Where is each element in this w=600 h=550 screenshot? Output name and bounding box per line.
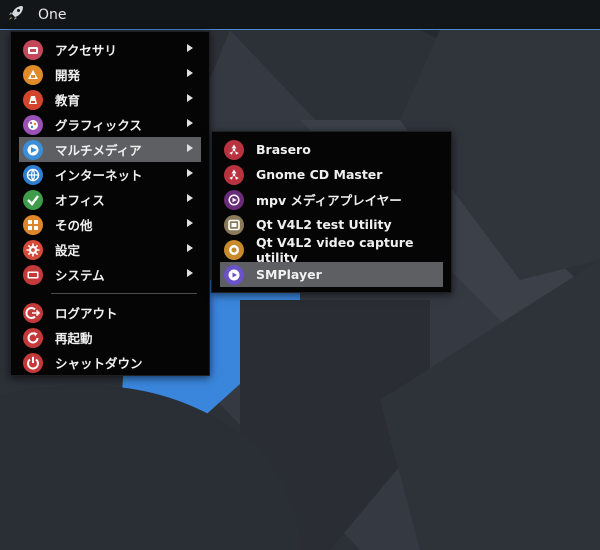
logout-icon xyxy=(23,302,43,323)
category-item-accessories[interactable]: アクセサリ xyxy=(19,37,201,62)
category-item-label: マルチメディア xyxy=(55,143,142,158)
category-item-settings[interactable]: 設定 xyxy=(19,237,201,262)
submenu-arrow-icon xyxy=(187,244,193,252)
qt-v4l2-test-icon xyxy=(224,214,244,235)
category-item-label: グラフィックス xyxy=(55,118,142,133)
category-item-label: アクセサリ xyxy=(55,43,117,58)
category-item-system[interactable]: システム xyxy=(19,262,201,287)
category-item-office[interactable]: オフィス xyxy=(19,187,201,212)
category-item-label: その他 xyxy=(55,218,93,233)
submenu-arrow-icon xyxy=(187,94,193,102)
category-item-label: 教育 xyxy=(55,93,81,108)
submenu-arrow-icon xyxy=(187,44,193,52)
development-icon xyxy=(23,64,43,85)
app-item-brasero[interactable]: Brasero xyxy=(220,137,443,162)
app-item-label: Qt V4L2 video capture utility xyxy=(256,234,414,265)
education-icon xyxy=(23,89,43,110)
category-item-graphics[interactable]: グラフィックス xyxy=(19,112,201,137)
app-item-label: mpv メディアプレイヤー xyxy=(256,193,402,208)
session-actions-list: ログアウト再起動シャットダウン xyxy=(11,300,209,375)
menu-separator xyxy=(51,293,197,294)
multimedia-submenu: Brasero Gnome CD Master mpv メディアプレイヤー Qt V4… xyxy=(211,131,452,293)
submenu-list: Brasero Gnome CD Master mpv メディアプレイヤー Qt V4… xyxy=(212,137,451,287)
settings-icon xyxy=(23,239,43,260)
category-item-education[interactable]: 教育 xyxy=(19,87,201,112)
action-item-logout[interactable]: ログアウト xyxy=(19,300,201,325)
app-item-qt-v4l2-capture[interactable]: Qt V4L2 video capture utility xyxy=(220,234,443,265)
category-item-label: オフィス xyxy=(55,193,105,208)
launcher-label: One xyxy=(38,6,67,23)
smplayer-icon xyxy=(224,264,244,285)
submenu-arrow-icon xyxy=(187,269,193,277)
action-item-label: 再起動 xyxy=(55,331,93,346)
category-item-label: インターネット xyxy=(55,168,143,183)
category-item-label: 設定 xyxy=(55,243,81,258)
submenu-arrow-icon xyxy=(187,119,193,127)
category-item-label: 開発 xyxy=(55,68,81,83)
app-item-label: Gnome CD Master xyxy=(256,167,383,182)
restart-icon xyxy=(23,327,43,348)
action-item-label: シャットダウン xyxy=(55,356,143,371)
submenu-arrow-icon xyxy=(187,69,193,77)
multimedia-icon xyxy=(23,139,43,160)
accessories-icon xyxy=(23,39,43,60)
submenu-arrow-icon xyxy=(187,169,193,177)
app-item-gnome-cd-master[interactable]: Gnome CD Master xyxy=(220,162,443,187)
qt-v4l2-capture-icon xyxy=(224,239,244,260)
graphics-icon xyxy=(23,114,43,135)
launcher-button[interactable]: One xyxy=(0,0,67,30)
app-item-qt-v4l2-test[interactable]: Qt V4L2 test Utility xyxy=(220,212,443,237)
category-item-label: システム xyxy=(55,268,105,283)
gnome-cd-master-icon xyxy=(224,164,244,185)
other-icon xyxy=(23,214,43,235)
top-panel: One xyxy=(0,0,600,30)
app-item-label: Brasero xyxy=(256,142,311,157)
office-icon xyxy=(23,189,43,210)
category-item-internet[interactable]: インターネット xyxy=(19,162,201,187)
app-item-smplayer[interactable]: SMPlayer xyxy=(220,262,443,287)
app-item-label: SMPlayer xyxy=(256,267,322,282)
brasero-icon xyxy=(224,139,244,160)
action-item-restart[interactable]: 再起動 xyxy=(19,325,201,350)
app-item-mpv[interactable]: mpv メディアプレイヤー xyxy=(220,187,443,212)
category-item-other[interactable]: その他 xyxy=(19,212,201,237)
action-item-shutdown[interactable]: シャットダウン xyxy=(19,350,201,375)
submenu-arrow-icon xyxy=(187,144,193,152)
rocket-icon xyxy=(6,3,26,27)
mpv-icon xyxy=(224,189,244,210)
internet-icon xyxy=(23,164,43,185)
category-list: アクセサリ開発教育グラフィックス マルチメディア インターネット オフィスその他設定シ… xyxy=(11,37,209,287)
category-item-development[interactable]: 開発 xyxy=(19,62,201,87)
submenu-arrow-icon xyxy=(187,219,193,227)
submenu-arrow-icon xyxy=(187,194,193,202)
category-item-multimedia[interactable]: マルチメディア xyxy=(19,137,201,162)
app-item-label: Qt V4L2 test Utility xyxy=(256,217,392,232)
system-icon xyxy=(23,264,43,285)
action-item-label: ログアウト xyxy=(55,306,118,321)
applications-menu: アクセサリ開発教育グラフィックス マルチメディア インターネット オフィスその他設定シ… xyxy=(10,31,210,376)
shutdown-icon xyxy=(23,352,43,373)
